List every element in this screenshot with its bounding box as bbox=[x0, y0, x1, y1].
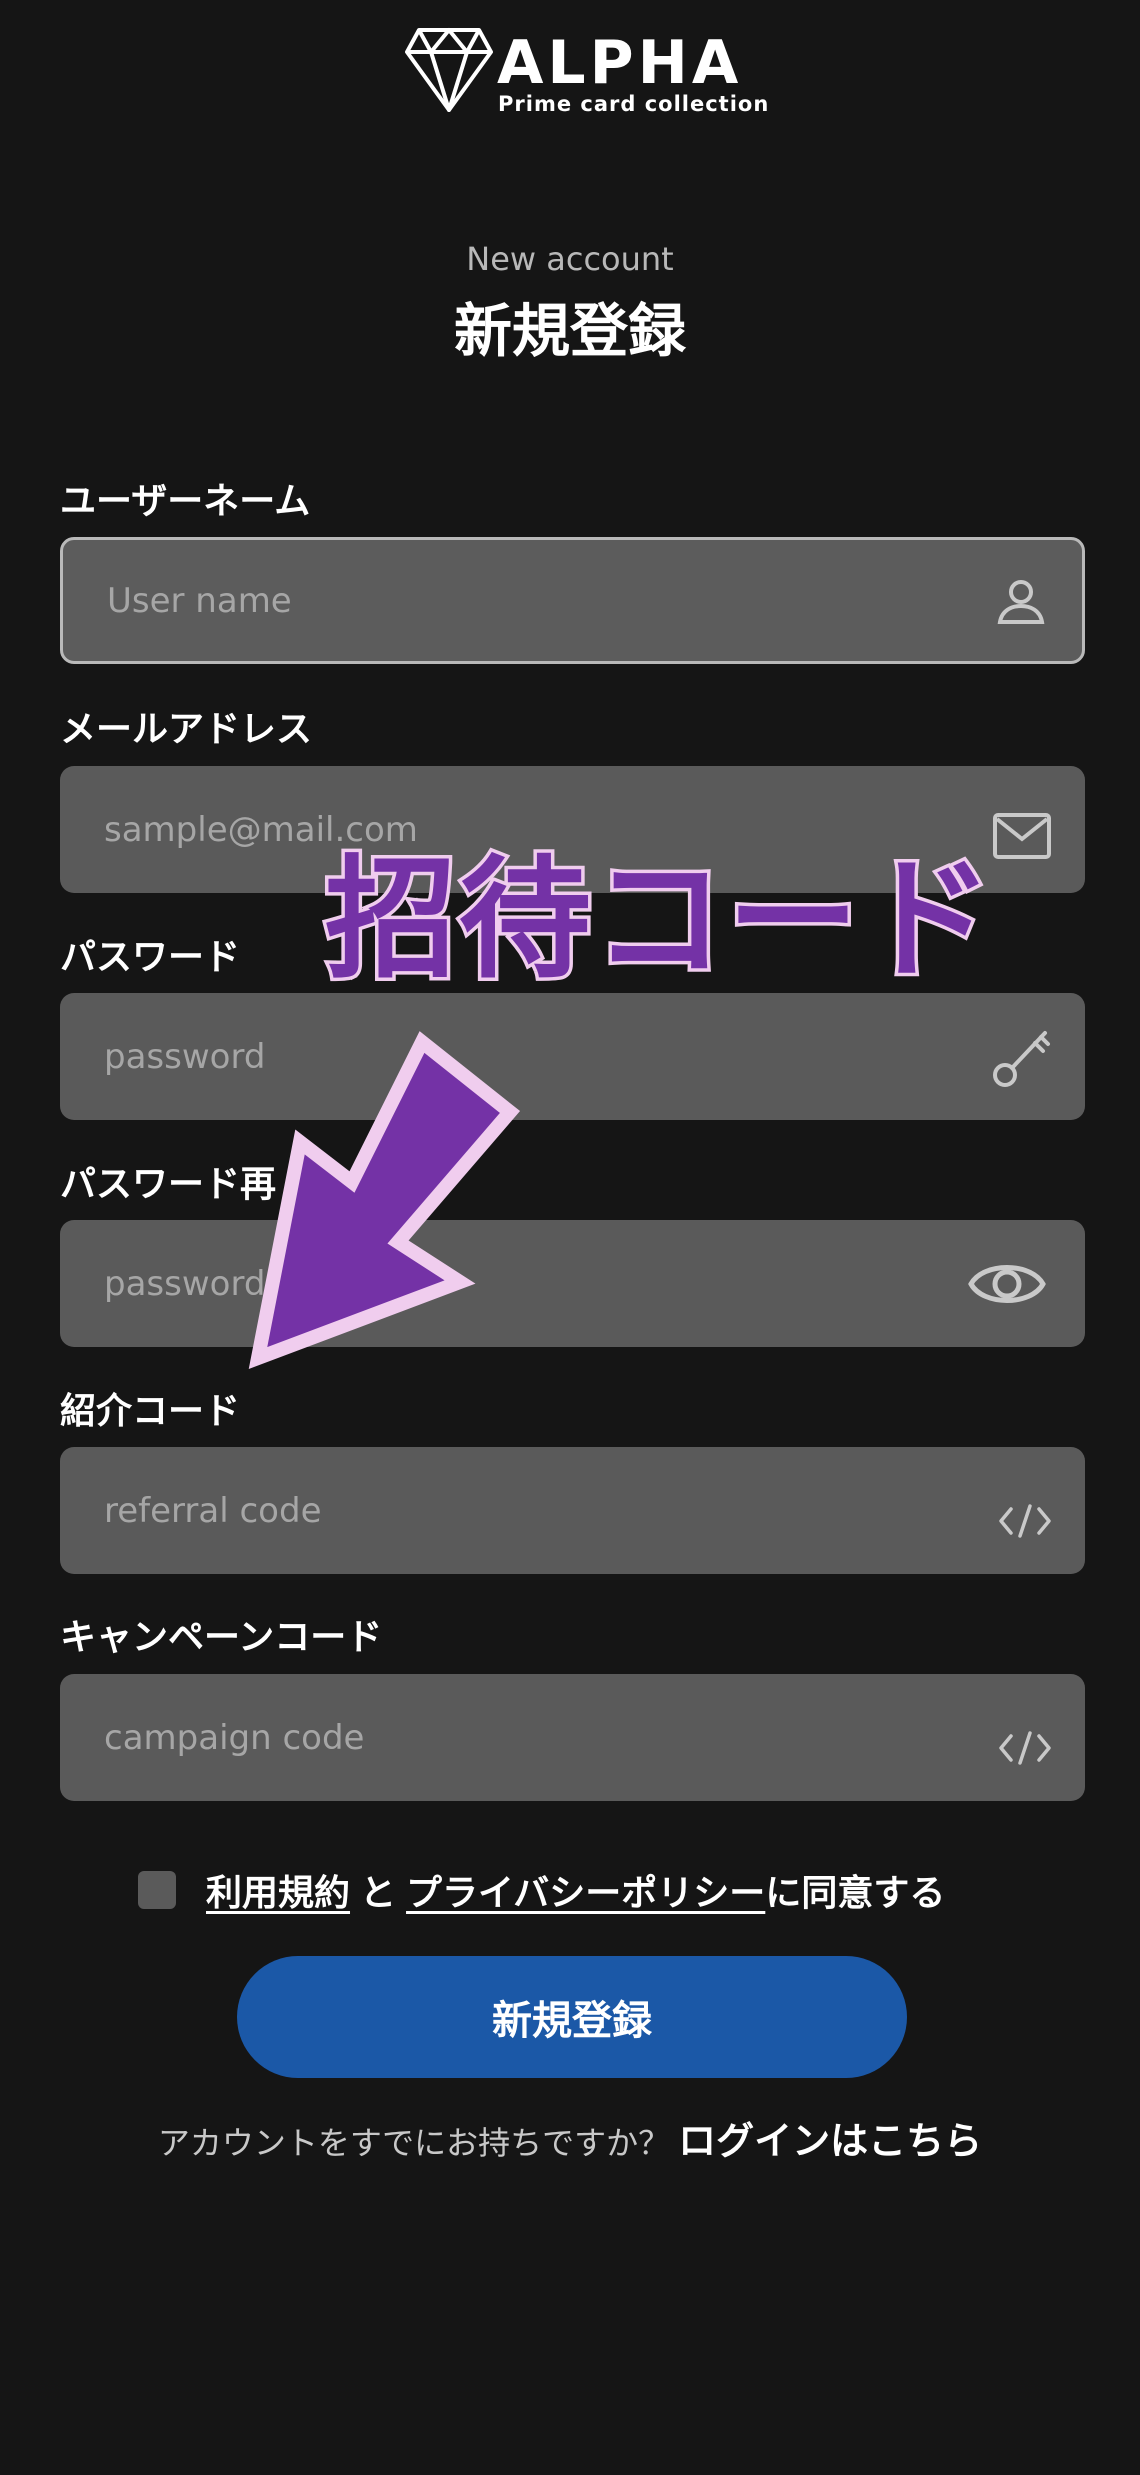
campaign-label: キャンペーンコード bbox=[60, 1617, 383, 1658]
login-link[interactable]: ログインはこちら bbox=[678, 2119, 982, 2163]
page-title: 新規登録 bbox=[453, 297, 686, 365]
password-field[interactable] bbox=[60, 993, 1085, 1120]
email-label: メールアドレス bbox=[60, 709, 313, 750]
agree-checkbox[interactable] bbox=[138, 1871, 176, 1909]
password-input[interactable] bbox=[104, 993, 964, 1120]
register-button[interactable]: 新規登録 bbox=[237, 1956, 907, 2078]
password-confirm-field[interactable] bbox=[60, 1220, 1085, 1347]
username-field[interactable] bbox=[60, 537, 1085, 664]
eye-icon[interactable] bbox=[967, 1254, 1047, 1314]
password-confirm-input[interactable] bbox=[104, 1220, 964, 1347]
campaign-field[interactable] bbox=[60, 1674, 1085, 1801]
referral-input[interactable] bbox=[104, 1447, 964, 1574]
campaign-input[interactable] bbox=[104, 1674, 964, 1801]
code-icon bbox=[999, 1503, 1051, 1538]
code-icon bbox=[999, 1730, 1051, 1765]
page-subtitle: New account bbox=[466, 240, 674, 278]
privacy-policy-link[interactable]: プライバシーポリシー bbox=[406, 1864, 765, 1916]
annotation-arrow bbox=[248, 1031, 521, 1369]
user-icon bbox=[997, 579, 1045, 624]
referral-label: 紹介コード bbox=[60, 1391, 241, 1432]
password-label: パスワード bbox=[60, 937, 241, 978]
login-row: アカウントをすでにお持ちですか？ ログインはこちら bbox=[0, 2110, 1140, 2165]
logo-subtitle: Prime card collection bbox=[498, 92, 770, 116]
username-label: ユーザーネーム bbox=[60, 481, 311, 522]
agreement-row: 利用規約 と プライバシーポリシー に同意する bbox=[138, 1862, 945, 1918]
agreement-and: と bbox=[360, 1873, 397, 1914]
diamond-icon bbox=[405, 28, 493, 112]
mail-icon bbox=[993, 812, 1051, 859]
login-question: アカウントをすでにお持ちですか？ bbox=[157, 2124, 671, 2162]
referral-field[interactable] bbox=[60, 1447, 1085, 1574]
annotation-label: 招待コード bbox=[322, 842, 997, 999]
terms-link[interactable]: 利用規約 bbox=[206, 1864, 350, 1916]
logo-title: ALPHA bbox=[497, 28, 743, 98]
key-icon bbox=[993, 1030, 1050, 1087]
username-input[interactable] bbox=[107, 540, 967, 661]
agreement-suffix: に同意する bbox=[765, 1873, 946, 1914]
brand-logo: ALPHA Prime card collection bbox=[405, 26, 768, 126]
